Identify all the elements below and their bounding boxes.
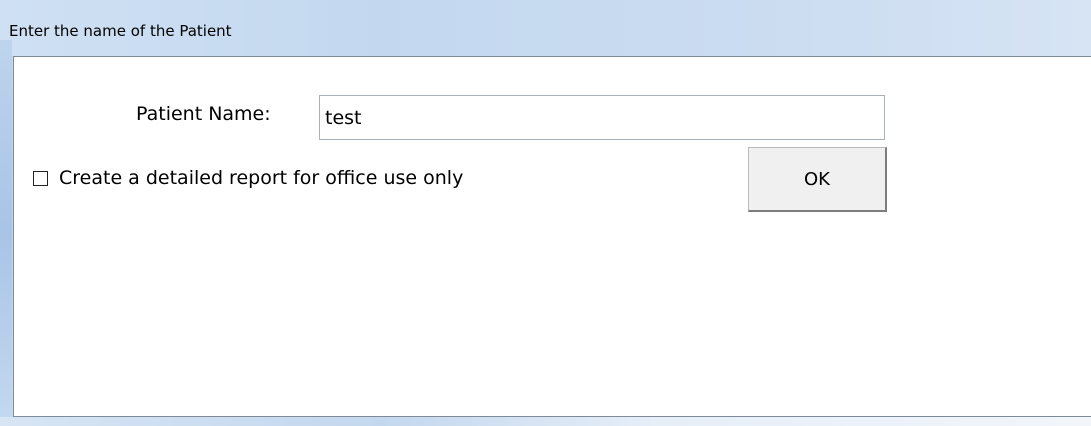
detailed-report-option[interactable]: Create a detailed report for office use …	[33, 167, 463, 189]
dialog-body: Patient Name: Create a detailed report f…	[13, 56, 1091, 417]
patient-name-input[interactable]	[319, 95, 885, 140]
title-bar[interactable]: Enter the name of the Patient	[0, 0, 1091, 56]
dialog-window: Enter the name of the Patient Patient Na…	[0, 0, 1091, 426]
detailed-report-checkbox[interactable]	[33, 170, 48, 186]
detailed-report-label[interactable]: Create a detailed report for office use …	[59, 167, 463, 189]
window-title: Enter the name of the Patient	[9, 22, 232, 40]
ok-button[interactable]: OK	[748, 147, 887, 212]
window-frame	[0, 40, 12, 420]
patient-name-label: Patient Name:	[136, 103, 271, 125]
window-bottom-edge	[0, 417, 1091, 426]
